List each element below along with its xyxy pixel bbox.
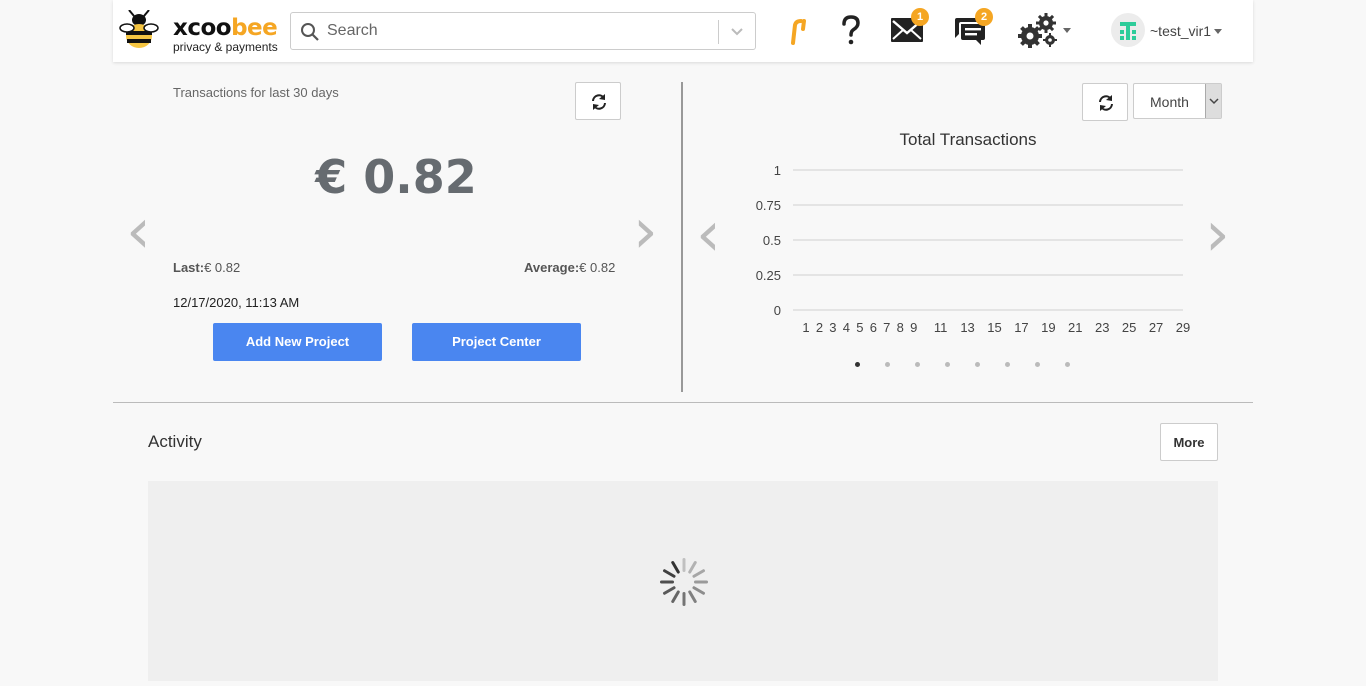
logo-wordmark: xcoobee	[173, 15, 278, 41]
y-tick-label: 0.25	[756, 268, 781, 283]
summary-date: 12/17/2020, 11:13 AM	[173, 295, 300, 310]
spinner-bar	[688, 590, 697, 603]
project-center-button[interactable]: Project Center	[412, 323, 581, 361]
summary-next-arrow[interactable]: ›	[633, 200, 658, 262]
transactions-chart: 10.750.50.2501 2 3 4 5 6 7 8 9 11 13 15 17 19 21 23 25 27…	[756, 163, 1191, 335]
spinner-bar	[692, 586, 705, 595]
x-tick-label: 17	[1014, 320, 1028, 335]
x-tick-label: 19	[1041, 320, 1055, 335]
search-separator	[718, 20, 719, 44]
x-tick-label: 1	[802, 320, 809, 335]
x-tick-label: 6	[870, 320, 877, 335]
chart-refresh-button[interactable]	[1082, 83, 1128, 121]
spinner-bar	[663, 586, 676, 595]
carousel-dot[interactable]	[1065, 362, 1070, 367]
average-value: € 0.82	[579, 260, 616, 275]
more-button[interactable]: More	[1160, 423, 1218, 461]
x-tick-label: 7	[883, 320, 890, 335]
carousel-dot[interactable]	[885, 362, 890, 367]
y-tick-label: 0	[774, 303, 781, 318]
mail-badge: 1	[911, 8, 929, 26]
settings-caret-icon[interactable]	[1063, 28, 1071, 33]
spinner-bar	[694, 580, 708, 584]
chevron-down-icon[interactable]	[727, 23, 747, 41]
x-tick-label: 9	[910, 320, 917, 335]
search-icon	[301, 23, 319, 41]
y-tick-label: 0.5	[763, 233, 781, 248]
user-caret-icon[interactable]	[1214, 29, 1222, 34]
activity-title: Activity	[148, 432, 202, 451]
x-tick-label: 15	[987, 320, 1001, 335]
chevron-down-icon[interactable]	[1205, 84, 1221, 118]
search-box	[290, 12, 756, 50]
last-value: € 0.82	[204, 260, 241, 275]
loading-spinner-icon	[660, 558, 708, 606]
average-label: Average:	[524, 260, 580, 275]
add-new-project-button[interactable]: Add New Project	[213, 323, 382, 361]
x-tick-label: 13	[960, 320, 974, 335]
x-tick-label: 29	[1176, 320, 1190, 335]
spinner-bar	[692, 569, 705, 578]
spinner-bar	[688, 561, 697, 574]
bee-icon	[119, 10, 159, 48]
refresh-icon	[1099, 95, 1113, 111]
top-header: xcoobee privacy & payments 1 2	[113, 0, 1253, 62]
refresh-icon	[592, 94, 606, 110]
chat-badge: 2	[975, 8, 993, 26]
period-select-value: Month	[1150, 94, 1189, 110]
spinner-bar	[682, 592, 686, 606]
xcoobee-logo[interactable]: xcoobee privacy & payments	[118, 10, 278, 54]
spinner-bar	[671, 561, 680, 574]
x-tick-label: 25	[1122, 320, 1136, 335]
x-tick-label: 8	[897, 320, 904, 335]
summary-refresh-button[interactable]	[575, 82, 621, 120]
x-tick-label: 27	[1149, 320, 1163, 335]
carousel-dot[interactable]	[975, 362, 980, 367]
carousel-dot[interactable]	[945, 362, 950, 367]
settings-icon[interactable]	[1016, 12, 1060, 48]
total-amount: € 0.82	[315, 150, 477, 204]
x-tick-label: 2	[816, 320, 823, 335]
logo-tagline: privacy & payments	[173, 40, 278, 54]
spinner-bar	[682, 558, 686, 572]
summary-prev-arrow[interactable]: ‹	[126, 200, 151, 262]
x-tick-label: 21	[1068, 320, 1082, 335]
search-input[interactable]	[327, 13, 707, 49]
x-tick-label: 3	[829, 320, 836, 335]
last-transaction: Last:€ 0.82	[173, 260, 240, 275]
last-label: Last:	[173, 260, 205, 275]
chart-title: Total Transactions	[899, 130, 1037, 149]
spinner-bar	[671, 590, 680, 603]
horizontal-divider	[113, 402, 1253, 403]
avatar[interactable]	[1111, 13, 1145, 47]
summary-period-label: Transactions for last 30 days	[173, 85, 339, 100]
carousel-dot[interactable]	[915, 362, 920, 367]
x-tick-label: 5	[856, 320, 863, 335]
x-tick-label: 4	[843, 320, 850, 335]
activity-panel	[148, 481, 1218, 681]
spinner-bar	[663, 569, 676, 578]
x-tick-label: 23	[1095, 320, 1109, 335]
user-name[interactable]: ~test_vir1	[1150, 23, 1211, 39]
carousel-dot[interactable]	[1005, 362, 1010, 367]
carousel-dot[interactable]	[1035, 362, 1040, 367]
x-tick-label: 11	[934, 320, 948, 335]
y-tick-label: 0.75	[756, 198, 781, 213]
average-transaction: Average:€ 0.82	[524, 260, 615, 275]
carousel-dot[interactable]	[855, 362, 860, 367]
carousel-dots	[855, 360, 1085, 370]
brand-f-icon[interactable]	[785, 17, 809, 45]
period-select[interactable]: Month	[1133, 83, 1222, 119]
y-tick-label: 1	[774, 163, 781, 178]
spinner-bar	[660, 580, 674, 584]
help-icon[interactable]	[840, 15, 862, 45]
